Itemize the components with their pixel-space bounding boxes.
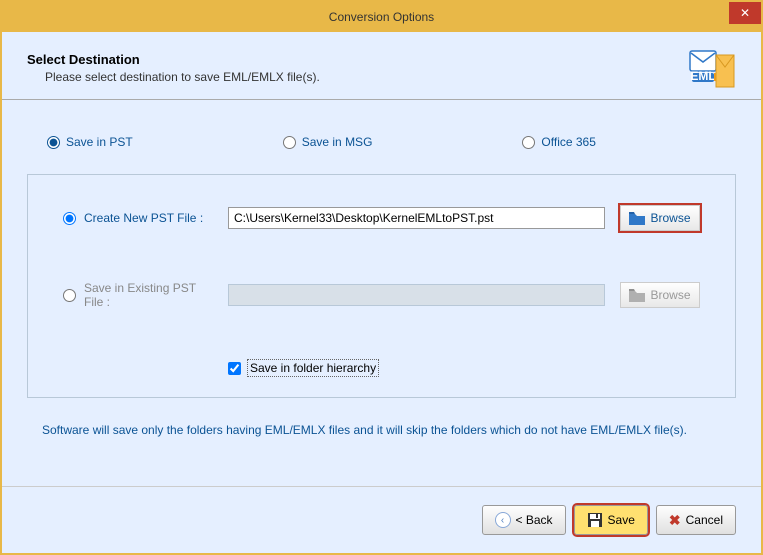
folder-icon xyxy=(629,212,645,225)
svg-text:EML: EML xyxy=(690,69,715,83)
new-pst-path-input[interactable] xyxy=(228,207,605,229)
radio-create-new-input[interactable] xyxy=(63,212,76,225)
browse-new-pst-button[interactable]: Browse xyxy=(620,205,700,231)
radio-msg-input[interactable] xyxy=(283,136,296,149)
radio-save-pst[interactable]: Save in PST xyxy=(47,135,133,149)
cancel-button[interactable]: ✖ Cancel xyxy=(656,505,736,535)
header-subtitle: Please select destination to save EML/EM… xyxy=(45,70,320,84)
radio-save-msg[interactable]: Save in MSG xyxy=(283,135,373,149)
hierarchy-label[interactable]: Save in folder hierarchy xyxy=(247,359,379,377)
info-note: Software will save only the folders havi… xyxy=(27,398,736,462)
header-panel: Select Destination Please select destina… xyxy=(2,32,761,100)
pst-options-panel: Create New PST File : Browse Save in Exi… xyxy=(27,174,736,398)
footer-buttons: ‹ < Back Save ✖ Cancel xyxy=(2,486,761,553)
radio-create-new-pst[interactable]: Create New PST File : xyxy=(63,211,213,225)
hierarchy-checkbox[interactable] xyxy=(228,362,241,375)
radio-existing-input[interactable] xyxy=(63,289,76,302)
window-title: Conversion Options xyxy=(329,10,434,24)
radio-pst-input[interactable] xyxy=(47,136,60,149)
floppy-disk-icon xyxy=(587,512,603,528)
browse-existing-pst-button: Browse xyxy=(620,282,700,308)
radio-office365-input[interactable] xyxy=(522,136,535,149)
save-format-radios: Save in PST Save in MSG Office 365 xyxy=(27,115,736,174)
radio-office365[interactable]: Office 365 xyxy=(522,135,595,149)
close-icon: ✕ xyxy=(740,6,750,20)
existing-pst-path-input xyxy=(228,284,605,306)
eml-conversion-icon: EML xyxy=(688,47,736,89)
save-button[interactable]: Save xyxy=(574,505,648,535)
titlebar: Conversion Options ✕ xyxy=(2,2,761,32)
chevron-left-icon: ‹ xyxy=(495,512,511,528)
close-button[interactable]: ✕ xyxy=(729,2,761,24)
radio-existing-pst[interactable]: Save in Existing PST File : xyxy=(63,281,213,309)
cancel-x-icon: ✖ xyxy=(669,512,681,529)
back-button[interactable]: ‹ < Back xyxy=(482,505,566,535)
folder-icon xyxy=(629,289,645,302)
header-title: Select Destination xyxy=(27,52,320,67)
